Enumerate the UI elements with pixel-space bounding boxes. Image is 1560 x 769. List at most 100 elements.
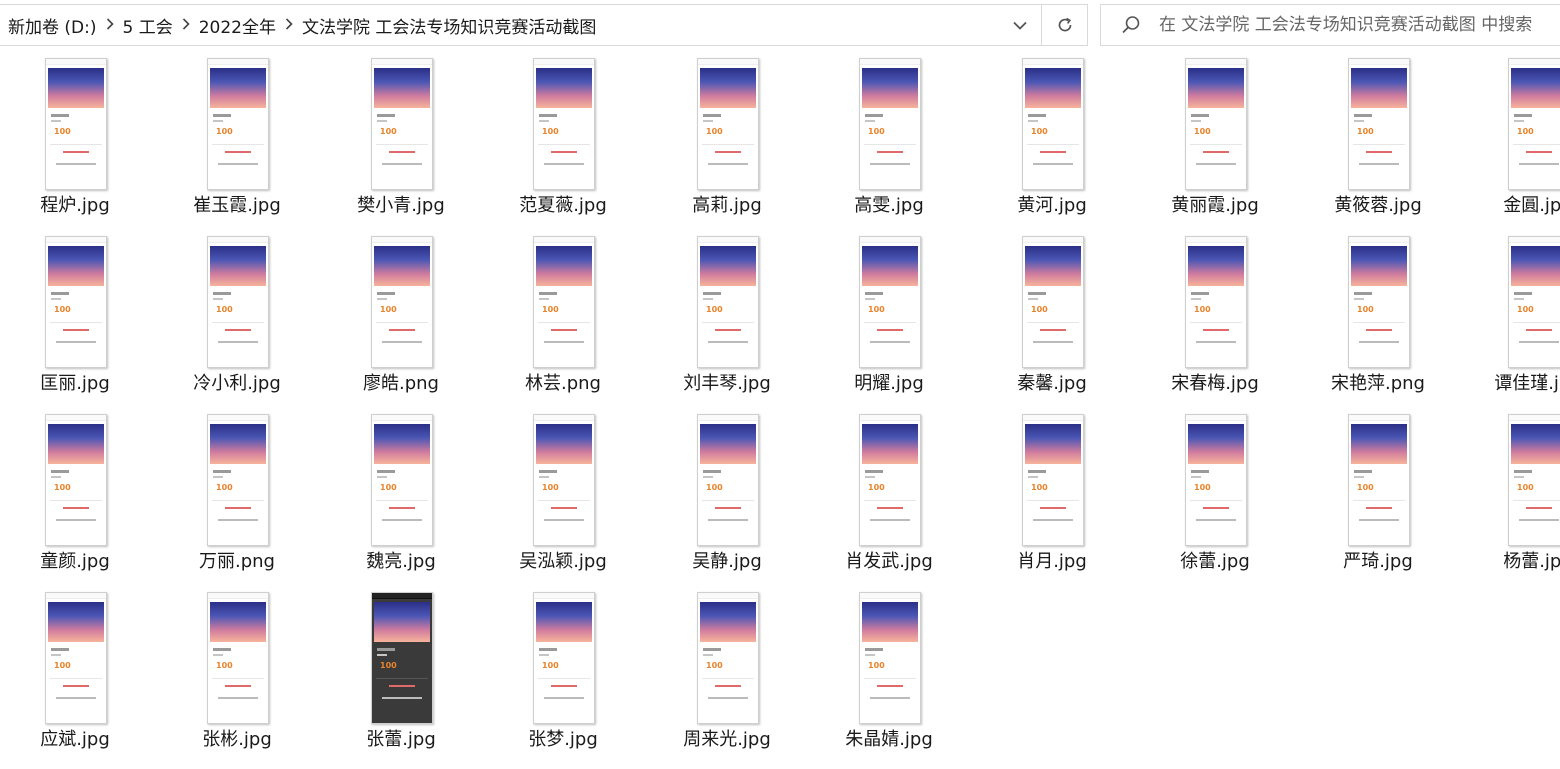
file-item[interactable]: 100 高莉.jpg (652, 50, 802, 226)
file-thumbnail[interactable]: 100 (859, 58, 921, 190)
file-name[interactable]: 林芸.png (488, 369, 638, 395)
file-name[interactable]: 谭佳瑾.jpg (1463, 369, 1560, 395)
file-name[interactable]: 张彬.jpg (162, 725, 312, 751)
file-item[interactable]: 100 崔玉霞.jpg (162, 50, 312, 226)
file-name[interactable]: 黄河.jpg (977, 191, 1127, 217)
file-name[interactable]: 程炉.jpg (0, 191, 150, 217)
file-thumbnail[interactable]: 100 (533, 414, 595, 546)
chevron-right-icon[interactable] (282, 16, 296, 34)
file-item[interactable]: 100 张彬.jpg (162, 584, 312, 760)
breadcrumb-current-folder[interactable]: 文法学院 工会法专场知识竞赛活动截图 (300, 13, 598, 38)
file-item[interactable]: 100 肖月.jpg (977, 406, 1127, 582)
file-name[interactable]: 吴静.jpg (652, 547, 802, 573)
breadcrumb-year[interactable]: 2022全年 (197, 13, 278, 38)
file-name[interactable]: 严琦.jpg (1303, 547, 1453, 573)
file-item[interactable]: 100 黄丽霞.jpg (1140, 50, 1290, 226)
file-name[interactable]: 张蕾.jpg (326, 725, 476, 751)
file-item[interactable]: 100 吴静.jpg (652, 406, 802, 582)
file-name[interactable]: 宋艳萍.png (1303, 369, 1453, 395)
file-thumbnail[interactable]: 100 (1022, 236, 1084, 368)
file-item[interactable]: 100 高雯.jpg (814, 50, 964, 226)
file-name[interactable]: 刘丰琴.jpg (652, 369, 802, 395)
file-thumbnail[interactable]: 100 (371, 592, 433, 724)
file-item[interactable]: 100 金圓.jpg (1463, 50, 1560, 226)
file-name[interactable]: 范夏薇.jpg (488, 191, 638, 217)
file-item[interactable]: 100 黄河.jpg (977, 50, 1127, 226)
file-thumbnail[interactable]: 100 (1348, 236, 1410, 368)
file-thumbnail[interactable]: 100 (371, 58, 433, 190)
file-thumbnail[interactable]: 100 (1508, 236, 1560, 368)
file-item[interactable]: 100 秦馨.jpg (977, 228, 1127, 404)
file-thumbnail[interactable]: 100 (207, 592, 269, 724)
file-name[interactable]: 黄筱蓉.jpg (1303, 191, 1453, 217)
file-name[interactable]: 肖发武.jpg (814, 547, 964, 573)
file-thumbnail[interactable]: 100 (1185, 236, 1247, 368)
file-name[interactable]: 宋春梅.jpg (1140, 369, 1290, 395)
file-item[interactable]: 100 廖皓.png (326, 228, 476, 404)
file-thumbnail[interactable]: 100 (1022, 58, 1084, 190)
file-thumbnail[interactable]: 100 (533, 592, 595, 724)
file-thumbnail[interactable]: 100 (207, 414, 269, 546)
file-name[interactable]: 崔玉霞.jpg (162, 191, 312, 217)
file-item[interactable]: 100 明耀.jpg (814, 228, 964, 404)
file-name[interactable]: 魏亮.jpg (326, 547, 476, 573)
file-item[interactable]: 100 朱晶婧.jpg (814, 584, 964, 760)
file-item[interactable]: 100 宋春梅.jpg (1140, 228, 1290, 404)
file-item[interactable]: 100 林芸.png (488, 228, 638, 404)
file-name[interactable]: 万丽.png (162, 547, 312, 573)
file-name[interactable]: 金圓.jpg (1463, 191, 1560, 217)
file-name[interactable]: 黄丽霞.jpg (1140, 191, 1290, 217)
search-box[interactable] (1100, 4, 1560, 46)
file-item[interactable]: 100 应斌.jpg (0, 584, 150, 760)
file-thumbnail[interactable]: 100 (207, 58, 269, 190)
file-item[interactable]: 100 张蕾.jpg (326, 584, 476, 760)
chevron-right-icon[interactable] (103, 16, 117, 34)
file-thumbnail[interactable]: 100 (697, 414, 759, 546)
file-item[interactable]: 100 黄筱蓉.jpg (1303, 50, 1453, 226)
file-name[interactable]: 周来光.jpg (652, 725, 802, 751)
file-thumbnail[interactable]: 100 (1348, 58, 1410, 190)
refresh-icon[interactable] (1041, 5, 1088, 45)
file-name[interactable]: 樊小青.jpg (326, 191, 476, 217)
file-name[interactable]: 杨蕾.jpg (1463, 547, 1560, 573)
file-item[interactable]: 100 万丽.png (162, 406, 312, 582)
address-bar[interactable]: 新加卷 (D:) 5 工会 2022全年 文法学院 工会法专场知识竞赛活动截图 (0, 4, 1088, 46)
file-item[interactable]: 100 程炉.jpg (0, 50, 150, 226)
file-thumbnail[interactable]: 100 (859, 236, 921, 368)
file-name[interactable]: 张梦.jpg (488, 725, 638, 751)
file-thumbnail[interactable]: 100 (1348, 414, 1410, 546)
file-name[interactable]: 吴泓颖.jpg (488, 547, 638, 573)
file-thumbnail[interactable]: 100 (859, 414, 921, 546)
file-thumbnail[interactable]: 100 (45, 414, 107, 546)
file-item[interactable]: 100 匡丽.jpg (0, 228, 150, 404)
file-item[interactable]: 100 冷小利.jpg (162, 228, 312, 404)
file-item[interactable]: 100 肖发武.jpg (814, 406, 964, 582)
file-thumbnail[interactable]: 100 (1508, 58, 1560, 190)
file-thumbnail[interactable]: 100 (859, 592, 921, 724)
file-thumbnail[interactable]: 100 (45, 58, 107, 190)
file-name[interactable]: 肖月.jpg (977, 547, 1127, 573)
file-item[interactable]: 100 吴泓颖.jpg (488, 406, 638, 582)
search-input[interactable] (1159, 11, 1559, 39)
file-name[interactable]: 秦馨.jpg (977, 369, 1127, 395)
file-thumbnail[interactable]: 100 (207, 236, 269, 368)
file-thumbnail[interactable]: 100 (45, 592, 107, 724)
file-item[interactable]: 100 徐蕾.jpg (1140, 406, 1290, 582)
file-item[interactable]: 100 宋艳萍.png (1303, 228, 1453, 404)
file-name[interactable]: 应斌.jpg (0, 725, 150, 751)
file-thumbnail[interactable]: 100 (697, 592, 759, 724)
file-thumbnail[interactable]: 100 (697, 236, 759, 368)
file-name[interactable]: 徐蕾.jpg (1140, 547, 1290, 573)
file-item[interactable]: 100 魏亮.jpg (326, 406, 476, 582)
file-item[interactable]: 100 谭佳瑾.jpg (1463, 228, 1560, 404)
file-name[interactable]: 朱晶婧.jpg (814, 725, 964, 751)
file-name[interactable]: 高莉.jpg (652, 191, 802, 217)
file-thumbnail[interactable]: 100 (1185, 414, 1247, 546)
file-thumbnail[interactable]: 100 (371, 414, 433, 546)
file-name[interactable]: 童颜.jpg (0, 547, 150, 573)
file-item[interactable]: 100 童颜.jpg (0, 406, 150, 582)
file-name[interactable]: 冷小利.jpg (162, 369, 312, 395)
file-item[interactable]: 100 周来光.jpg (652, 584, 802, 760)
file-thumbnail[interactable]: 100 (533, 236, 595, 368)
file-item[interactable]: 100 樊小青.jpg (326, 50, 476, 226)
